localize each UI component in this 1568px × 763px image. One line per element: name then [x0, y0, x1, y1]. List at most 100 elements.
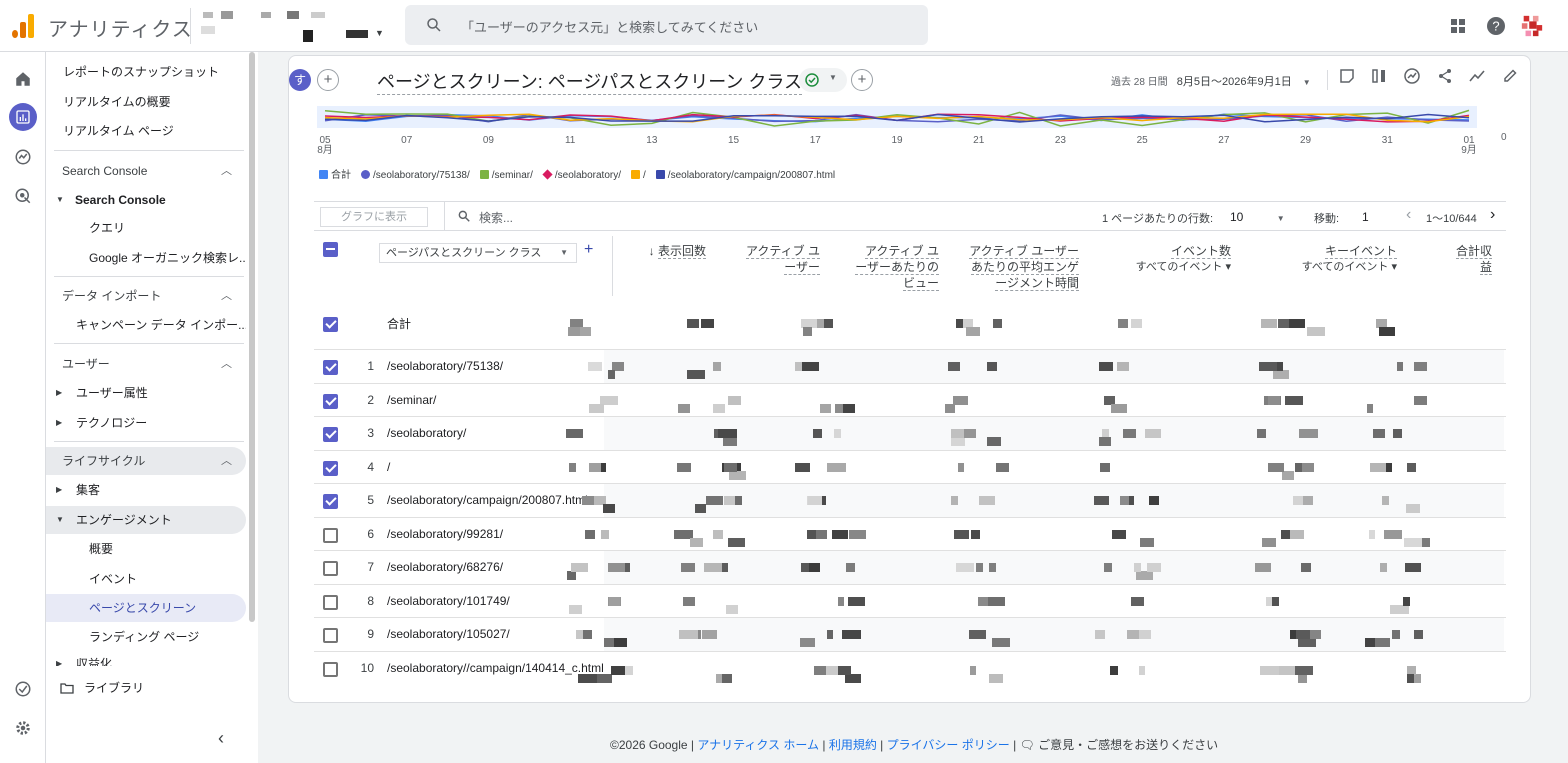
- help-icon[interactable]: ?: [1484, 14, 1508, 38]
- next-page-icon[interactable]: ›: [1490, 206, 1495, 224]
- nav-pages-and-screens[interactable]: ページとスクリーン: [46, 594, 246, 622]
- footer-link-privacy[interactable]: プライバシー ポリシー: [887, 738, 1010, 752]
- legend-item[interactable]: /: [631, 170, 646, 181]
- nav-queries[interactable]: クエリ: [46, 214, 246, 242]
- nav-section-lifecycle[interactable]: ライフサイクル ︿: [46, 447, 246, 475]
- customize-report-icon[interactable]: [1336, 68, 1358, 90]
- table-search-input[interactable]: 検索...: [444, 202, 1084, 230]
- table-row[interactable]: 10/seolaboratory//campaign/140414_c.html: [314, 650, 1506, 690]
- nav-snapshot[interactable]: レポートのスナップショット: [46, 58, 246, 86]
- row-checkbox[interactable]: [323, 360, 338, 375]
- add-comparison-icon[interactable]: +: [317, 69, 339, 91]
- analytics-logo[interactable]: [12, 14, 36, 38]
- add-filter-icon[interactable]: +: [851, 69, 873, 91]
- status-dropdown[interactable]: ▼: [799, 68, 847, 92]
- row-checkbox[interactable]: [323, 393, 338, 409]
- plot-rows-button[interactable]: グラフに表示: [320, 207, 428, 227]
- nav-scrollbar[interactable]: [249, 52, 255, 622]
- row-page-path[interactable]: /seolaboratory/75138/: [387, 359, 602, 373]
- row-page-path[interactable]: /seolaboratory/campaign/200807.html: [387, 493, 602, 507]
- table-row[interactable]: 8/seolaboratory/101749/: [314, 583, 1506, 619]
- footer-link-home[interactable]: アナリティクス ホーム: [697, 738, 819, 752]
- account-avatar[interactable]: [1520, 14, 1544, 38]
- apps-grid-icon[interactable]: [1446, 14, 1470, 38]
- table-row[interactable]: 5/seolaboratory/campaign/200807.html: [314, 483, 1506, 518]
- nav-section-data-import[interactable]: データ インポート ︿: [46, 282, 246, 310]
- nav-monetization[interactable]: ▶ 収益化: [46, 654, 246, 666]
- col-views-per-user[interactable]: アクティブ ユーザーあたりのビュー: [853, 243, 939, 291]
- nav-realtime-pages[interactable]: リアルタイム ページ: [46, 117, 246, 145]
- admin-gear-icon[interactable]: [9, 714, 37, 742]
- select-all-checkbox[interactable]: [323, 242, 338, 257]
- row-page-path[interactable]: /seminar/: [387, 393, 602, 407]
- nav-library[interactable]: ライブラリ: [46, 674, 248, 702]
- nav-organic-search[interactable]: Google オーガニック検索レ...: [46, 244, 246, 272]
- prev-page-icon[interactable]: ‹: [1406, 206, 1411, 224]
- table-row[interactable]: 6/seolaboratory/99281/: [314, 516, 1506, 552]
- advertising-icon[interactable]: [9, 182, 37, 210]
- table-row[interactable]: 9/seolaboratory/105027/: [314, 617, 1506, 652]
- trend-icon[interactable]: [1466, 68, 1488, 90]
- nav-landing-page[interactable]: ランディング ページ: [46, 623, 246, 651]
- compare-icon[interactable]: [1368, 68, 1390, 90]
- nav-realtime-overview[interactable]: リアルタイムの概要: [46, 88, 246, 116]
- nav-engagement-overview[interactable]: 概要: [46, 535, 246, 563]
- row-page-path[interactable]: /seolaboratory/105027/: [387, 627, 602, 641]
- account-selector[interactable]: ▼: [190, 8, 390, 44]
- nav-section-user[interactable]: ユーザー ︿: [46, 350, 246, 378]
- row-checkbox[interactable]: [323, 494, 338, 509]
- legend-item[interactable]: /seminar/: [479, 170, 533, 181]
- legend-item[interactable]: /seolaboratory/: [542, 169, 621, 181]
- col-event-count[interactable]: イベント数 すべてのイベント ▾: [1111, 243, 1231, 275]
- legend-item[interactable]: /seolaboratory/75138/: [361, 170, 470, 181]
- share-icon[interactable]: [1434, 68, 1456, 90]
- legend-item[interactable]: 合計: [319, 166, 351, 181]
- row-checkbox[interactable]: [323, 561, 338, 576]
- goto-input[interactable]: 1: [1362, 210, 1369, 224]
- col-avg-engagement[interactable]: アクティブ ユーザーあたりの平均エンゲージメント時間: [969, 243, 1079, 291]
- footer-link-terms[interactable]: 利用規約: [829, 738, 877, 752]
- nav-technology[interactable]: ▶ テクノロジー: [46, 409, 246, 437]
- row-checkbox[interactable]: [323, 427, 338, 442]
- col-active-users[interactable]: アクティブ ユーザー: [744, 243, 820, 275]
- nav-events[interactable]: イベント: [46, 565, 246, 593]
- row-page-path[interactable]: /seolaboratory//campaign/140414_c.html: [387, 661, 604, 675]
- feedback-link[interactable]: ご意見・ご感想をお送りください: [1038, 738, 1218, 752]
- nav-section-search-console[interactable]: Search Console ︿: [46, 157, 246, 185]
- table-row[interactable]: 1/seolaboratory/75138/: [314, 349, 1506, 384]
- nav-group-search-console[interactable]: ▼ Search Console: [46, 186, 246, 214]
- configure-icon[interactable]: [9, 675, 37, 703]
- nav-campaign-import[interactable]: キャンペーン データ インポー...: [46, 311, 246, 339]
- dimension-select[interactable]: ページパスとスクリーン クラス ▼: [379, 243, 577, 263]
- table-row[interactable]: 3/seolaboratory/: [314, 416, 1506, 451]
- rows-per-page-select[interactable]: 10 ▼: [1230, 210, 1285, 224]
- home-icon[interactable]: [9, 65, 37, 93]
- nav-engagement[interactable]: ▼ エンゲージメント: [46, 506, 246, 534]
- date-range-picker[interactable]: 過去 28 日間 8月5日～2026年9月1日 ▼: [1111, 73, 1311, 89]
- user-avatar[interactable]: す: [289, 69, 311, 91]
- col-views[interactable]: ↓ 表示回数: [586, 243, 706, 259]
- col-key-events[interactable]: キーイベント すべてのイベント ▾: [1277, 243, 1397, 275]
- col-sub-filter[interactable]: すべてのイベント ▾: [1277, 259, 1397, 275]
- col-sub-filter[interactable]: すべてのイベント ▾: [1111, 259, 1231, 275]
- table-row[interactable]: 4/: [314, 449, 1506, 485]
- edit-pencil-icon[interactable]: [1499, 68, 1521, 90]
- row-checkbox[interactable]: [323, 661, 338, 677]
- row-checkbox[interactable]: [323, 594, 338, 610]
- row-checkbox[interactable]: [323, 527, 338, 543]
- search-input[interactable]: 「ユーザーのアクセス元」と検索してみてください: [405, 5, 928, 45]
- table-row[interactable]: 7/seolaboratory/68276/: [314, 550, 1506, 585]
- table-row[interactable]: 2/seminar/: [314, 382, 1506, 418]
- legend-item[interactable]: /seolaboratory/campaign/200807.html: [655, 170, 835, 181]
- explore-icon[interactable]: [9, 143, 37, 171]
- col-total-revenue[interactable]: 合計収益: [1452, 243, 1492, 275]
- row-checkbox[interactable]: [323, 460, 338, 476]
- nav-acquisition[interactable]: ▶ 集客: [46, 476, 246, 504]
- collapse-nav-icon[interactable]: ‹: [218, 728, 224, 749]
- row-page-path[interactable]: /seolaboratory/99281/: [387, 527, 602, 541]
- row-checkbox[interactable]: [323, 628, 338, 643]
- reports-icon[interactable]: [9, 103, 37, 131]
- insights-icon[interactable]: [1401, 68, 1423, 90]
- nav-user-attributes[interactable]: ▶ ユーザー属性: [46, 379, 246, 407]
- total-checkbox[interactable]: [323, 317, 338, 332]
